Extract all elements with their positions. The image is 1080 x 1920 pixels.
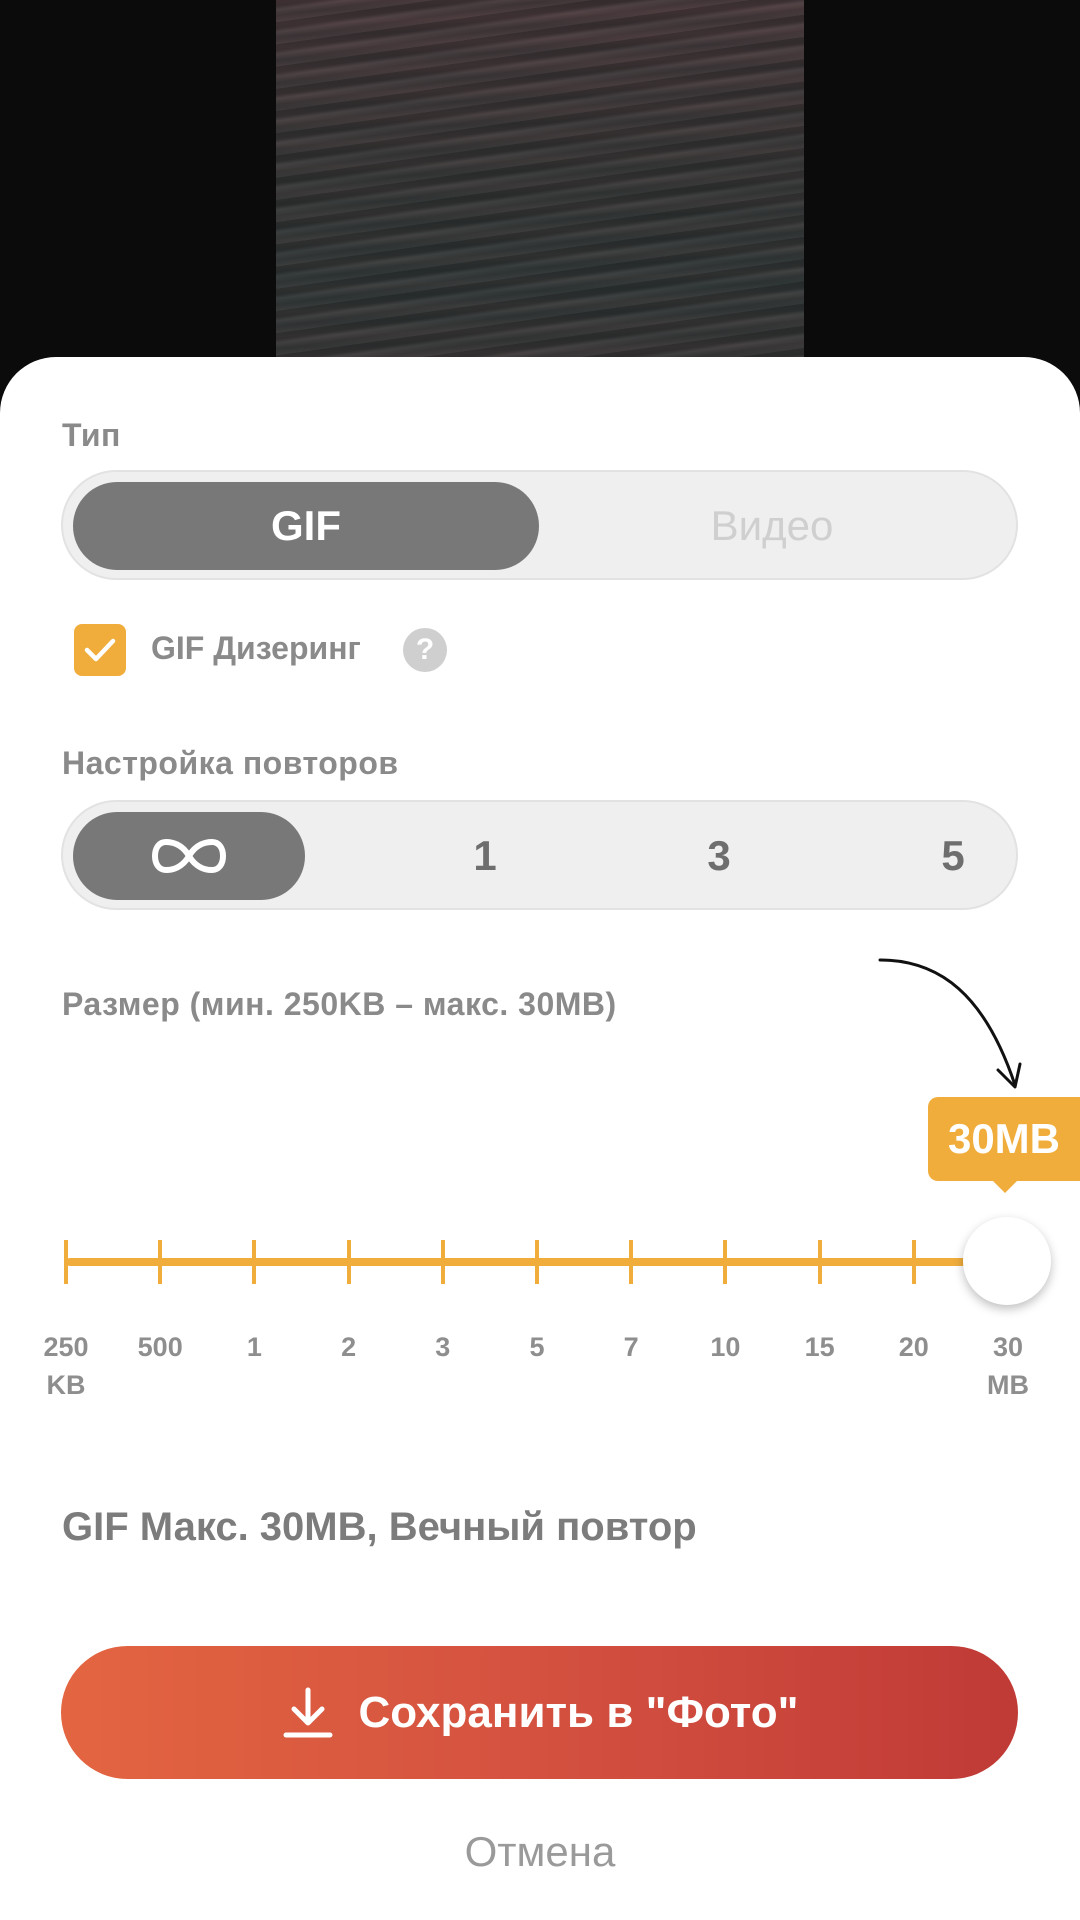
type-option-video[interactable]: Видео <box>539 482 1005 570</box>
slider-tick-label: 250 KB <box>21 1328 111 1404</box>
slider-tick-label: 5 <box>492 1328 582 1366</box>
repeat-option-infinite[interactable] <box>73 812 305 900</box>
type-label: Тип <box>62 417 121 453</box>
dithering-checkbox[interactable] <box>74 624 126 676</box>
save-button-label: Сохранить в "Фото" <box>358 1687 799 1737</box>
slider-tick <box>346 1240 351 1284</box>
tick-label-value: 20 <box>898 1332 929 1362</box>
slider-tick-label: 10 <box>680 1328 770 1366</box>
slider-tick-label: 500 <box>115 1328 205 1366</box>
tick-label-value: 500 <box>137 1332 183 1362</box>
slider-tick-label: 1 <box>209 1328 299 1366</box>
cancel-button[interactable]: Отмена <box>0 1828 1080 1876</box>
repeat-option-1[interactable]: 1 <box>369 812 601 900</box>
tick-label-value: 3 <box>435 1332 451 1362</box>
help-glyph: ? <box>415 633 435 666</box>
slider-tick <box>440 1240 445 1284</box>
tick-label-value: 30 <box>992 1332 1024 1362</box>
tick-label-value: 250 <box>43 1332 89 1362</box>
slider-tick-label: 7 <box>586 1328 676 1366</box>
slider-tick <box>723 1240 728 1284</box>
slider-tick-label: 30 MB <box>963 1328 1053 1404</box>
slider-tick-label: 15 <box>775 1328 865 1366</box>
slider-tick <box>535 1240 539 1284</box>
size-value-tooltip: 30MB <box>928 1097 1080 1193</box>
size-label: Размер (мин. 250KB – макс. 30MB) <box>62 986 617 1022</box>
slider-tick-label: 2 <box>304 1328 394 1366</box>
tick-label-value: 10 <box>710 1332 741 1362</box>
export-summary: GIF Макс. 30MB, Вечный повтор <box>62 1505 697 1549</box>
tick-label-value: 7 <box>623 1332 639 1362</box>
repeat-option-5[interactable]: 5 <box>837 812 1069 900</box>
repeat-segmented-control: 1 3 5 <box>61 800 1018 910</box>
type-option-gif[interactable]: GIF <box>73 482 539 570</box>
slider-thumb[interactable] <box>963 1217 1051 1305</box>
video-preview-image <box>276 0 804 380</box>
tick-label-unit: KB <box>46 1370 86 1400</box>
tick-label-value: 15 <box>804 1332 835 1362</box>
slider-tick <box>629 1240 634 1284</box>
checkmark-icon <box>84 638 116 662</box>
slider-tick <box>64 1240 68 1284</box>
size-slider[interactable]: 250 KB 500 1 2 3 5 7 10 15 20 30 MB <box>0 1217 1080 1400</box>
download-icon <box>281 1686 335 1740</box>
tick-label-unit: MB <box>987 1370 1029 1400</box>
repeat-label: Настройка повторов <box>62 745 399 781</box>
save-to-photos-button[interactable]: Сохранить в "Фото" <box>61 1646 1018 1779</box>
slider-tick <box>252 1240 257 1284</box>
dithering-label: GIF Дизеринг <box>151 630 361 666</box>
tick-label-value: 5 <box>529 1332 545 1362</box>
slider-tick <box>911 1240 916 1284</box>
type-segmented-control: GIF Видео <box>61 470 1018 580</box>
slider-tick-label: 3 <box>398 1328 488 1366</box>
tick-label-value: 1 <box>246 1332 262 1362</box>
slider-tick <box>817 1240 822 1284</box>
curved-arrow-icon <box>878 958 1022 1089</box>
question-icon[interactable]: ? <box>403 628 447 672</box>
slider-tick-label: 20 <box>869 1328 959 1366</box>
infinity-icon <box>152 838 226 874</box>
slider-tick <box>158 1240 163 1284</box>
repeat-option-3[interactable]: 3 <box>603 812 835 900</box>
tick-label-value: 2 <box>341 1332 357 1362</box>
